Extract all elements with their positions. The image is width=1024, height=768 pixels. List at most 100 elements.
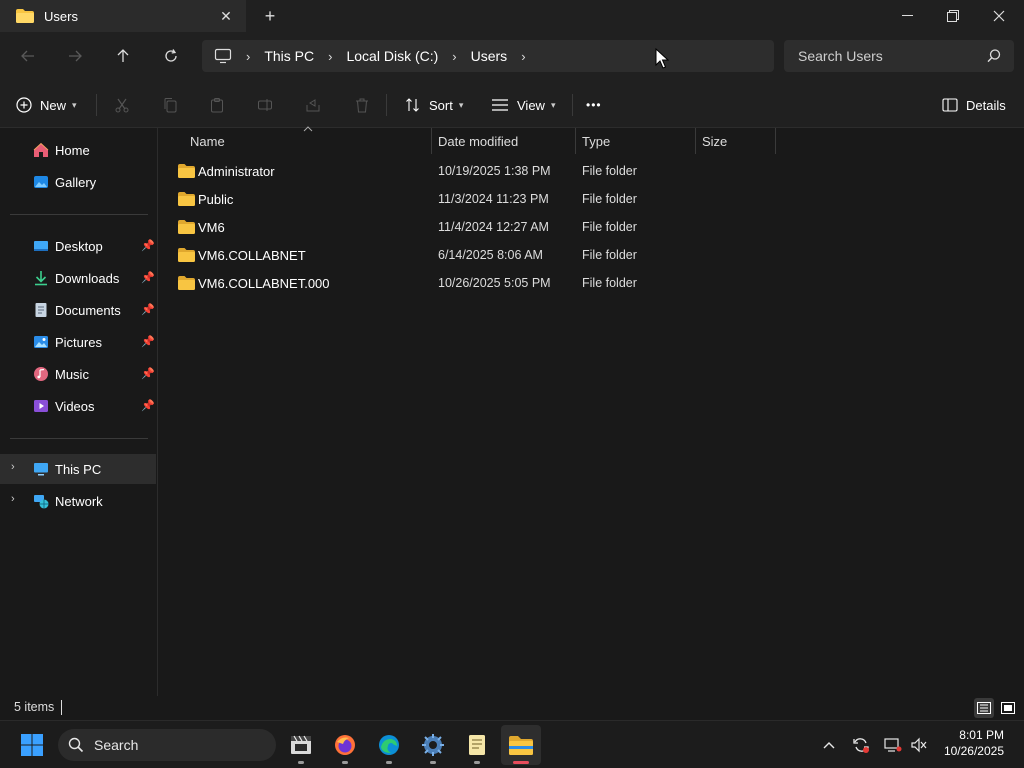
column-header-date-modified[interactable]: Date modified bbox=[438, 128, 518, 154]
table-row[interactable]: VM6.COLLABNET.000 10/26/2025 5:05 PM Fil… bbox=[169, 269, 769, 297]
cut-button[interactable] bbox=[114, 92, 130, 118]
tray-volume-muted[interactable] bbox=[907, 733, 931, 757]
large-icons-view-toggle[interactable] bbox=[998, 698, 1018, 718]
column-divider[interactable] bbox=[775, 128, 776, 154]
pin-icon[interactable]: 📌 bbox=[141, 239, 155, 252]
display-icon bbox=[884, 738, 902, 752]
breadcrumb-users[interactable]: Users bbox=[471, 48, 508, 64]
taskbar-app-settings[interactable] bbox=[413, 725, 453, 765]
sidebar-item-music[interactable]: Music 📌 bbox=[0, 359, 156, 389]
delete-button[interactable] bbox=[354, 92, 370, 118]
close-window-button[interactable] bbox=[976, 0, 1022, 32]
refresh-button[interactable] bbox=[155, 40, 187, 72]
sidebar-item-desktop[interactable]: Desktop 📌 bbox=[0, 231, 156, 261]
new-tab-button[interactable]: + bbox=[258, 4, 282, 28]
chevron-right-icon[interactable]: › bbox=[452, 49, 456, 64]
sidebar-item-pictures[interactable]: Pictures 📌 bbox=[0, 327, 156, 357]
sidebar-item-downloads[interactable]: Downloads 📌 bbox=[0, 263, 156, 293]
tray-display[interactable] bbox=[881, 733, 905, 757]
monitor-icon bbox=[214, 48, 232, 64]
back-button[interactable] bbox=[12, 40, 44, 72]
search-input[interactable]: Search Users bbox=[784, 40, 1014, 72]
taskbar-app-notepad[interactable] bbox=[457, 725, 497, 765]
breadcrumb-this-pc[interactable]: This PC bbox=[264, 48, 314, 64]
close-icon bbox=[993, 10, 1005, 22]
breadcrumb-local-disk[interactable]: Local Disk (C:) bbox=[346, 48, 438, 64]
folder-icon bbox=[178, 220, 195, 234]
copy-button[interactable] bbox=[162, 92, 178, 118]
column-divider[interactable] bbox=[575, 128, 576, 154]
chevron-right-icon[interactable]: › bbox=[328, 49, 332, 64]
file-date: 10/26/2025 5:05 PM bbox=[438, 276, 551, 290]
tab-close-icon[interactable]: ✕ bbox=[216, 6, 236, 26]
sidebar-item-this-pc[interactable]: › This PC bbox=[0, 454, 156, 484]
pin-icon[interactable]: 📌 bbox=[141, 367, 155, 380]
column-header-size[interactable]: Size bbox=[702, 128, 727, 154]
sidebar-item-documents[interactable]: Documents 📌 bbox=[0, 295, 156, 325]
tab-users[interactable]: Users ✕ bbox=[0, 0, 246, 32]
column-divider[interactable] bbox=[695, 128, 696, 154]
status-divider bbox=[61, 700, 62, 715]
details-view-toggle[interactable] bbox=[974, 698, 994, 718]
column-divider[interactable] bbox=[431, 128, 432, 154]
sidebar-item-label: Network bbox=[55, 493, 103, 509]
taskbar-app-edge[interactable] bbox=[369, 725, 409, 765]
tray-sync[interactable] bbox=[849, 733, 873, 757]
folder-icon bbox=[16, 9, 34, 23]
share-button[interactable] bbox=[305, 92, 321, 118]
new-button[interactable]: New ▾ bbox=[16, 92, 77, 118]
chevron-down-icon: ▾ bbox=[550, 99, 556, 110]
table-row[interactable]: Administrator 10/19/2025 1:38 PM File fo… bbox=[169, 157, 769, 185]
restore-button[interactable] bbox=[930, 0, 976, 32]
taskbar-clock[interactable]: 8:01 PM 10/26/2025 bbox=[944, 727, 1004, 759]
sort-button[interactable]: Sort ▾ bbox=[405, 92, 463, 118]
taskbar-app-clapperboard[interactable] bbox=[281, 725, 321, 765]
start-button[interactable] bbox=[12, 725, 52, 765]
file-name: VM6 bbox=[198, 220, 225, 235]
chevron-right-icon[interactable]: › bbox=[11, 461, 15, 473]
pin-icon[interactable]: 📌 bbox=[141, 399, 155, 412]
sidebar-item-videos[interactable]: Videos 📌 bbox=[0, 391, 156, 421]
minimize-button[interactable] bbox=[884, 0, 930, 32]
address-bar[interactable]: › This PC › Local Disk (C:) › Users › bbox=[202, 40, 774, 72]
details-pane-icon bbox=[942, 98, 958, 112]
forward-button[interactable] bbox=[59, 40, 91, 72]
column-header-type[interactable]: Type bbox=[582, 128, 610, 154]
view-label: View bbox=[517, 97, 545, 113]
file-type: File folder bbox=[582, 248, 637, 262]
sidebar-item-label: Desktop bbox=[55, 238, 103, 254]
sidebar-item-home[interactable]: Home bbox=[0, 135, 156, 165]
sidebar-item-gallery[interactable]: Gallery bbox=[0, 167, 156, 197]
taskbar-app-firefox[interactable] bbox=[325, 725, 365, 765]
sync-icon bbox=[853, 738, 869, 753]
taskbar-search[interactable]: Search bbox=[58, 729, 276, 761]
pin-icon[interactable]: 📌 bbox=[141, 335, 155, 348]
folder-icon bbox=[178, 192, 195, 206]
show-hidden-icons-button[interactable] bbox=[817, 733, 841, 757]
clipboard-icon bbox=[211, 98, 223, 113]
paste-button[interactable] bbox=[209, 92, 225, 118]
scissors-icon bbox=[115, 98, 129, 113]
view-button[interactable]: View ▾ bbox=[491, 92, 555, 118]
chevron-right-icon[interactable]: › bbox=[11, 493, 15, 505]
details-pane-button[interactable]: Details bbox=[942, 92, 1006, 118]
divider bbox=[572, 94, 573, 116]
pin-icon[interactable]: 📌 bbox=[141, 271, 155, 284]
chevron-down-icon: ▾ bbox=[72, 99, 77, 110]
column-header-name[interactable]: Name bbox=[190, 128, 225, 154]
status-bar: 5 items bbox=[0, 696, 1024, 720]
address-row: › This PC › Local Disk (C:) › Users › Se… bbox=[0, 32, 1024, 80]
table-row[interactable]: VM6.COLLABNET 6/14/2025 8:06 AM File fol… bbox=[169, 241, 769, 269]
taskbar-app-file-explorer[interactable] bbox=[501, 725, 541, 765]
pin-icon[interactable]: 📌 bbox=[141, 303, 155, 316]
new-label: New bbox=[40, 97, 67, 113]
more-options-button[interactable]: ••• bbox=[586, 92, 602, 118]
up-button[interactable] bbox=[107, 40, 139, 72]
table-row[interactable]: Public 11/3/2024 11:23 PM File folder bbox=[169, 185, 769, 213]
table-row[interactable]: VM6 11/4/2024 12:27 AM File folder bbox=[169, 213, 769, 241]
chevron-right-icon[interactable]: › bbox=[246, 49, 250, 64]
sidebar-item-network[interactable]: › Network bbox=[0, 486, 156, 516]
sidebar-item-label: Gallery bbox=[55, 174, 97, 190]
chevron-right-icon[interactable]: › bbox=[521, 49, 525, 64]
rename-button[interactable] bbox=[257, 92, 273, 118]
